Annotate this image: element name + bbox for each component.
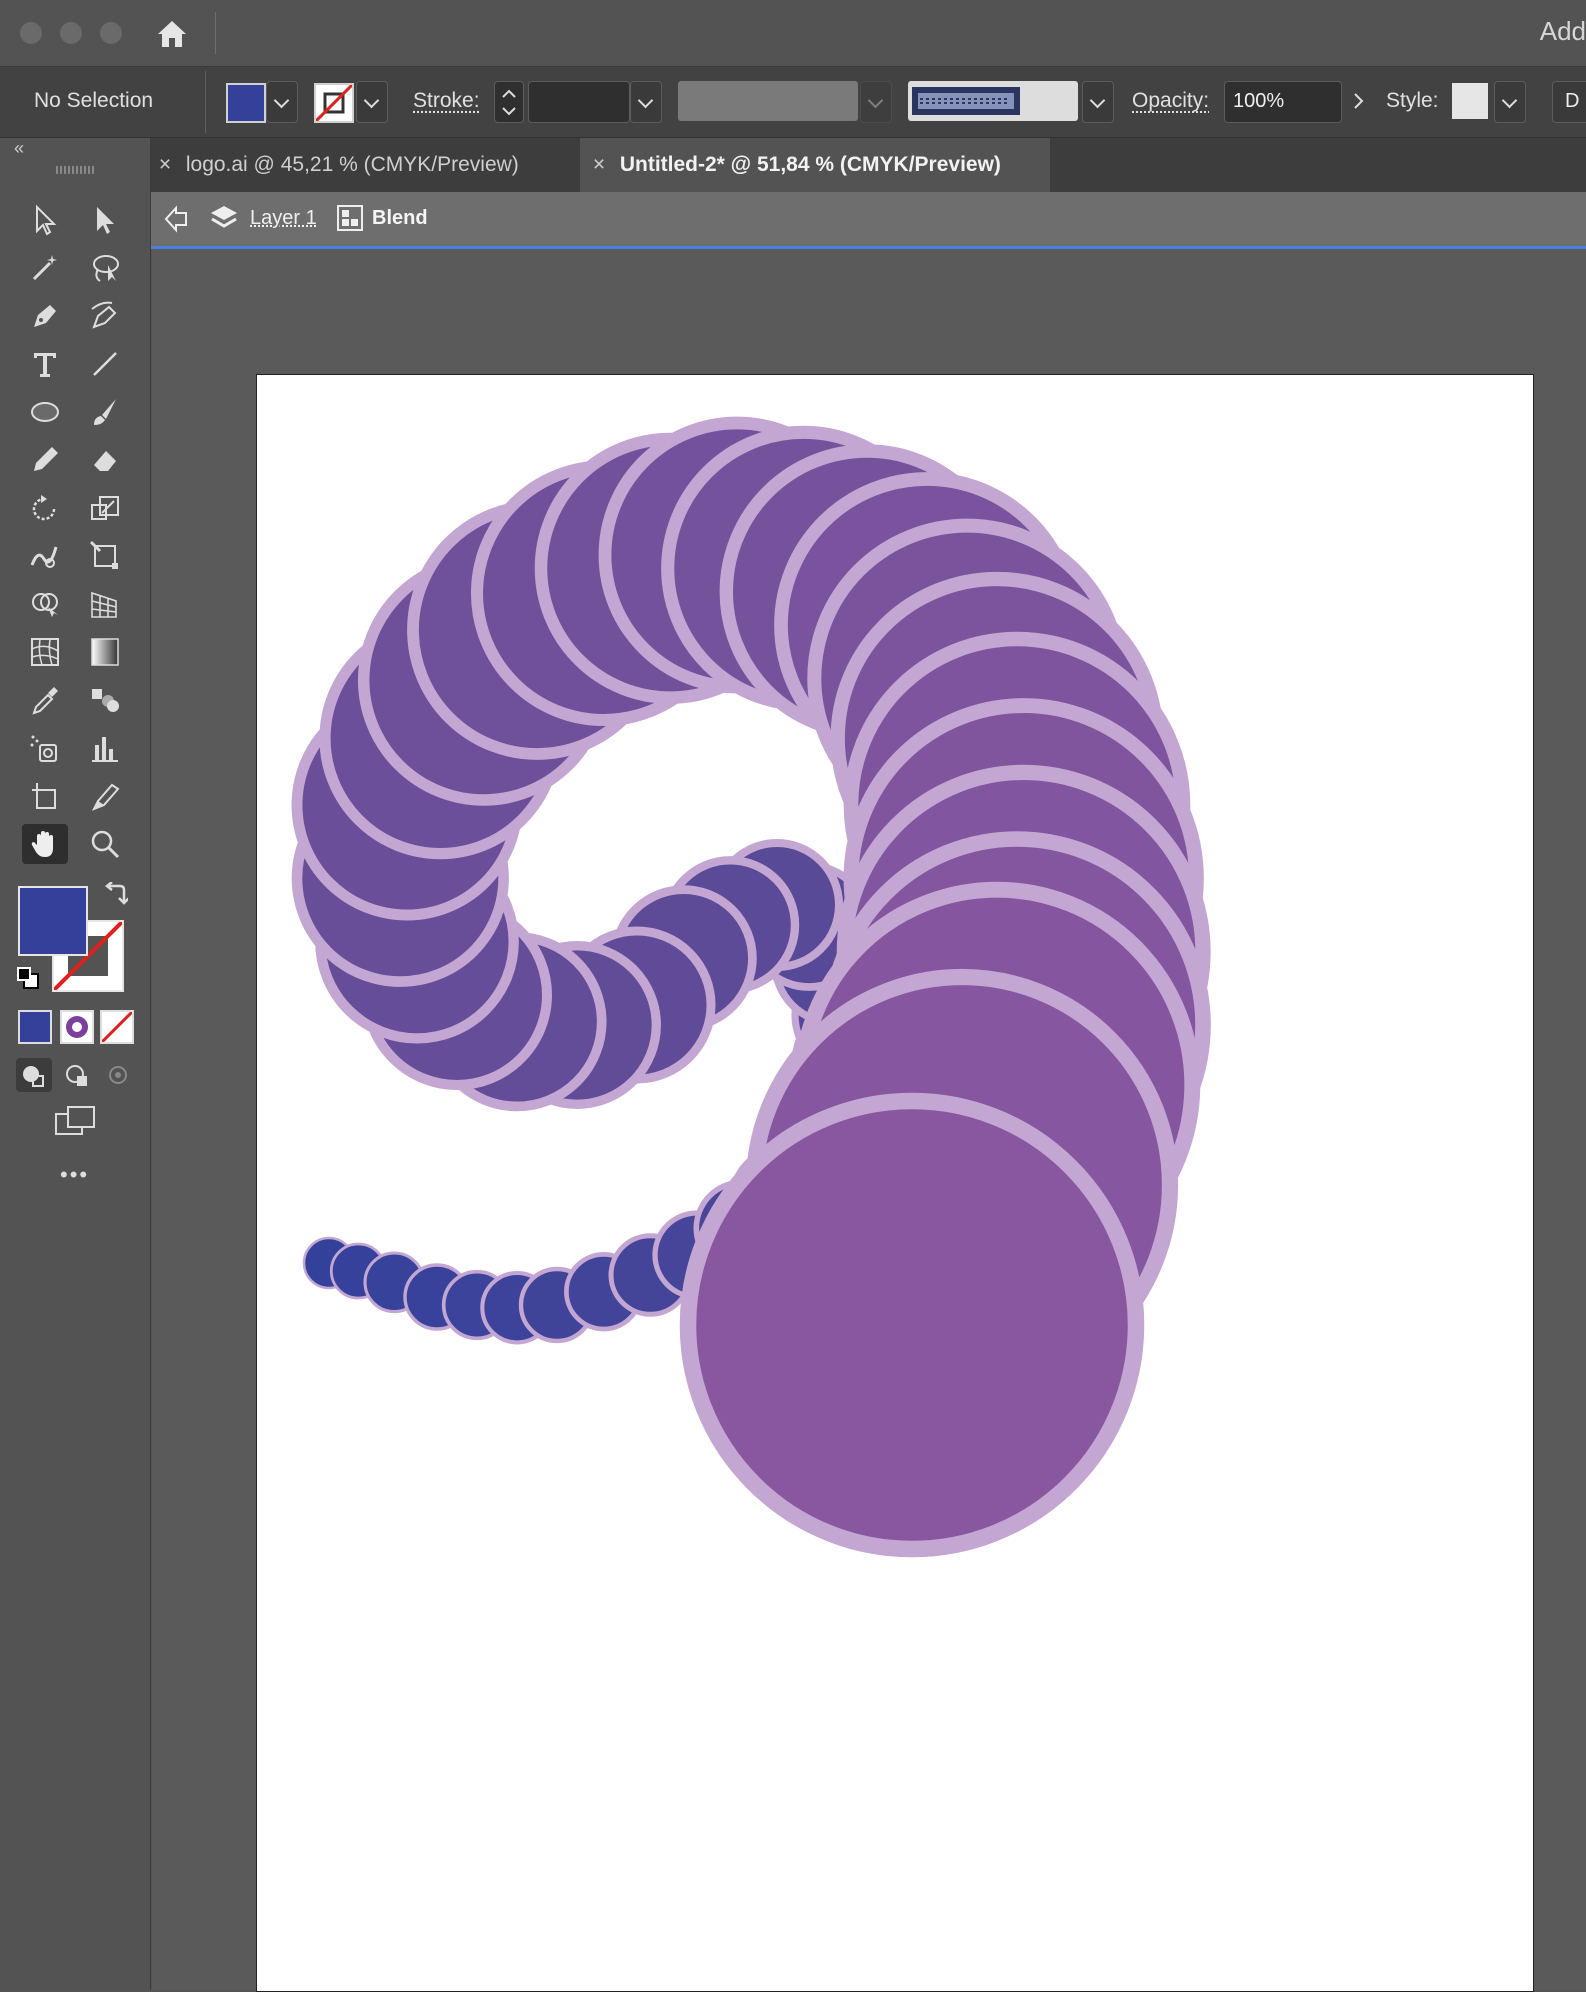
paintbrush-icon[interactable] [82,392,128,432]
document-tab-bar: × logo.ai @ 45,21 % (CMYK/Preview) × Unt… [150,138,1586,192]
brush-definition-preview[interactable] [908,81,1078,121]
isolation-mode-breadcrumb: Layer 1 Blend [150,192,1586,249]
blend-circle[interactable] [679,1092,1145,1558]
window-minimize-button[interactable] [60,22,82,44]
symbol-sprayer-icon[interactable] [22,728,68,768]
close-icon[interactable]: × [150,138,180,192]
tab-label: logo.ai @ 45,21 % (CMYK/Preview) [185,153,519,176]
line-segment-icon[interactable] [82,344,128,384]
back-arrow-icon[interactable] [162,204,192,234]
tools-panel: « ••• [0,138,151,1990]
fill-dropdown-chevron-icon[interactable] [266,81,298,123]
collapse-panel-icon[interactable]: « [14,138,24,159]
gradient-mode-button[interactable] [60,1010,94,1044]
fill-color-swatch[interactable] [226,83,266,123]
divider [215,12,216,54]
draw-behind-icon[interactable] [60,1058,96,1092]
document-setup-button[interactable]: D [1552,81,1586,123]
variable-width-profile[interactable] [678,81,858,121]
shape-builder-icon[interactable] [22,584,68,624]
color-mode-button[interactable] [18,1010,52,1044]
zoom-icon[interactable] [82,824,128,864]
tab-label: Untitled-2* @ 51,84 % (CMYK/Preview) [619,153,1001,176]
selection-status: No Selection [34,89,154,112]
artboard[interactable] [256,374,1534,1992]
opacity-value: 100% [1233,90,1285,112]
stroke-none-swatch[interactable] [314,83,354,123]
layers-icon [208,202,240,234]
opacity-input[interactable]: 100% [1224,81,1342,123]
home-icon[interactable] [152,14,192,54]
draw-normal-icon[interactable] [16,1058,52,1092]
rotate-icon[interactable] [22,488,68,528]
slice-icon[interactable] [82,776,128,816]
window-zoom-button[interactable] [100,22,122,44]
style-label: Style: [1386,89,1439,112]
control-bar: No Selection Stroke: Opacity: 100% Style… [0,67,1586,138]
app-name: Add [1539,16,1586,46]
pencil-icon[interactable] [22,440,68,480]
curvature-icon[interactable] [82,296,128,336]
none-mode-button[interactable] [100,1010,134,1044]
brush-chevron-icon[interactable] [1082,81,1114,123]
breadcrumb-layer[interactable]: Layer 1 [250,207,317,230]
style-chevron-icon[interactable] [1494,81,1526,123]
artboard-icon[interactable] [22,776,68,816]
tab-logo-ai[interactable]: × logo.ai @ 45,21 % (CMYK/Preview) [150,138,576,192]
divider [205,71,206,133]
perspective-grid-icon[interactable] [82,584,128,624]
panel-grip[interactable] [56,166,96,174]
type-icon[interactable] [22,344,68,384]
opacity-arrow-icon[interactable] [1344,81,1374,121]
profile-chevron-icon [860,81,892,123]
ellipse-icon[interactable] [22,392,68,432]
stroke-weight-stepper[interactable] [494,81,524,123]
scale-icon[interactable] [82,488,128,528]
fill-swatch[interactable] [18,886,88,956]
app-title-bar: Add [0,0,1586,67]
stroke-dropdown-chevron-icon[interactable] [356,81,388,123]
default-fill-stroke-icon[interactable] [16,966,40,990]
opacity-label[interactable]: Opacity: [1132,89,1209,113]
window-close-button[interactable] [20,22,42,44]
warp-icon[interactable] [22,536,68,576]
screen-mode-icon[interactable] [54,1104,98,1138]
selection-icon[interactable] [22,200,68,240]
lasso-icon[interactable] [82,248,128,288]
blend-icon[interactable] [82,680,128,720]
graphic-style-swatch[interactable] [1452,83,1488,119]
mesh-icon[interactable] [22,632,68,672]
stroke-weight-input[interactable] [528,81,630,123]
tab-untitled-2[interactable]: × Untitled-2* @ 51,84 % (CMYK/Preview) [580,138,1050,192]
edit-toolbar-icon[interactable]: ••• [60,1162,89,1188]
pen-icon[interactable] [22,296,68,336]
direct-selection-icon[interactable] [82,200,128,240]
eraser-icon[interactable] [82,440,128,480]
gradient-icon[interactable] [82,632,128,672]
eyedropper-icon[interactable] [22,680,68,720]
breadcrumb-blend[interactable]: Blend [372,207,428,230]
stroke-label[interactable]: Stroke: [413,89,480,113]
hand-icon[interactable] [22,824,68,864]
magic-wand-icon[interactable] [22,248,68,288]
blend-group-icon [336,204,364,232]
stroke-weight-chevron-icon[interactable] [630,81,662,123]
blend-artwork[interactable] [257,375,1533,1991]
close-icon[interactable]: × [584,138,614,192]
free-transform-icon[interactable] [82,536,128,576]
draw-inside-icon[interactable] [100,1058,136,1092]
swap-fill-stroke-icon[interactable] [102,881,130,908]
column-graph-icon[interactable] [82,728,128,768]
